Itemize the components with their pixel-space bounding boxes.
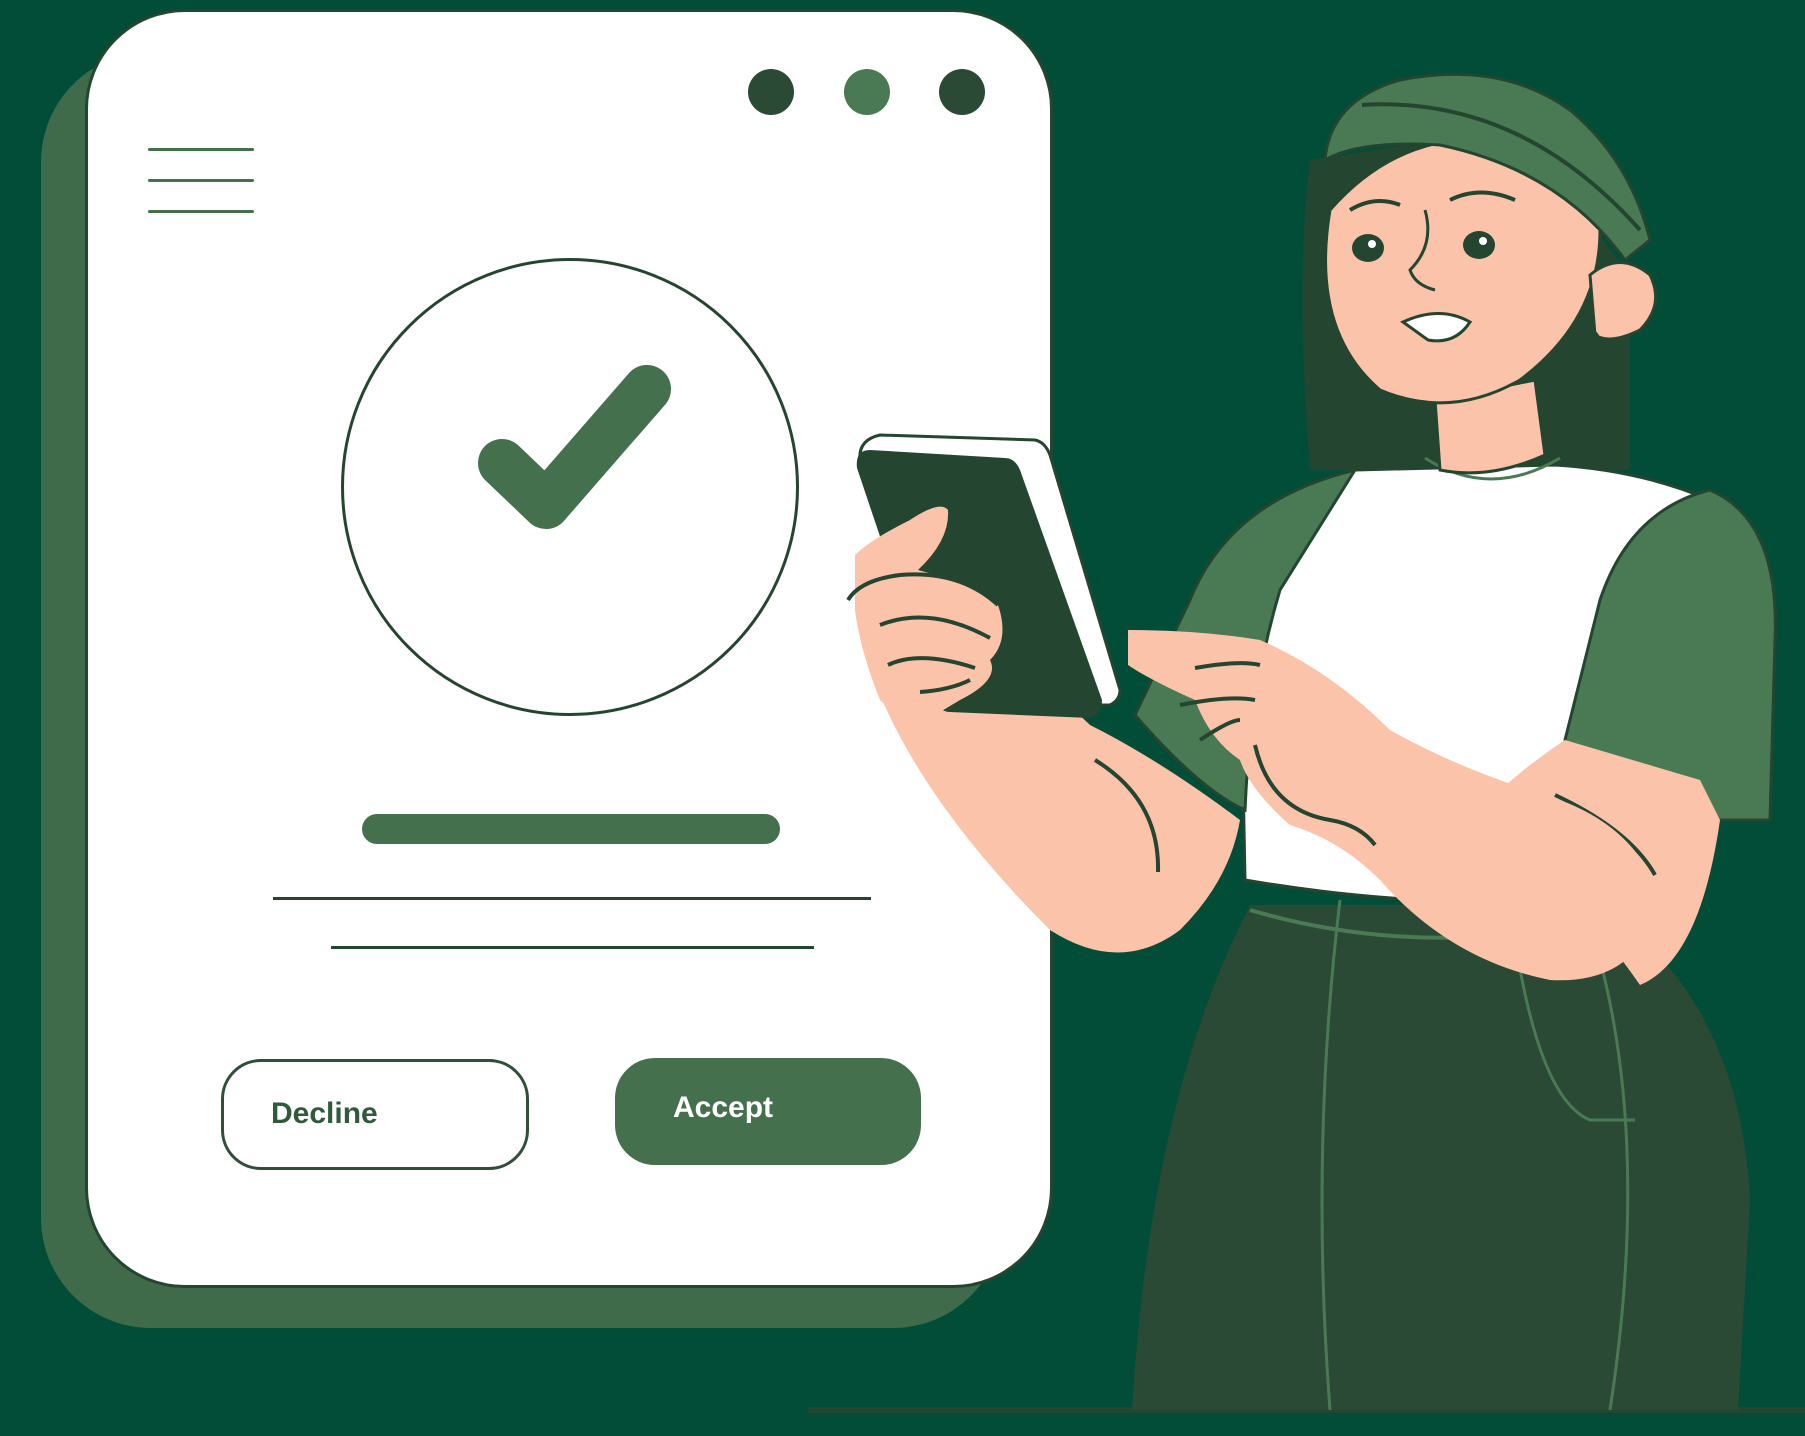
skirt [1132,905,1750,1410]
woman-with-phone-illustration [808,72,1805,1413]
illustration-scene: Decline Accept [0,0,1805,1436]
